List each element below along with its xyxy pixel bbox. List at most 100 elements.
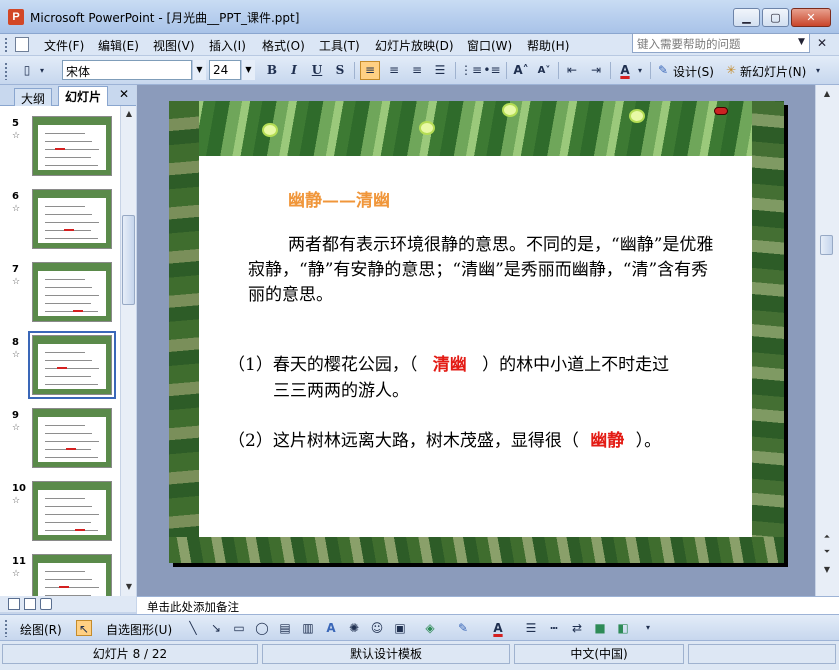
close-button[interactable]: ✕ [791, 8, 831, 27]
3d-style-icon[interactable]: ◧ [615, 620, 631, 636]
select-pointer-icon[interactable]: ↖ [76, 620, 92, 636]
thumbnails-scrollbar[interactable]: ▲ ▼ [120, 106, 136, 596]
align-right-icon[interactable]: ≡ [408, 61, 426, 80]
close-pane-icon[interactable]: ✕ [119, 87, 129, 101]
toolbar-options-icon[interactable]: ▾ [37, 61, 47, 80]
new-slide-button[interactable]: 新幻灯片(N) [740, 63, 806, 80]
scroll-thumb[interactable] [122, 215, 135, 305]
maximize-button[interactable]: ▢ [762, 8, 789, 27]
chevron-down-icon[interactable]: ▾ [635, 61, 645, 80]
new-document-icon[interactable]: ▯ [18, 61, 36, 80]
slide-scrollbar[interactable]: ▲ ⏶ ⏷ ▼ [815, 85, 839, 596]
scroll-down-icon[interactable]: ▼ [122, 580, 136, 594]
menu-grip[interactable] [4, 37, 8, 53]
document-icon[interactable] [15, 37, 29, 52]
picture-icon[interactable]: ▣ [392, 620, 408, 636]
increase-font-icon[interactable]: A˄ [511, 61, 531, 80]
chevron-down-icon[interactable]: ▼ [798, 37, 805, 47]
font-color-icon[interactable]: A [616, 61, 634, 80]
slide-thumbnail[interactable] [32, 262, 112, 322]
bulleted-list-icon[interactable]: •≡ [483, 61, 501, 80]
menu-file[interactable]: 文件(F) [44, 37, 84, 54]
slide-thumbnail[interactable] [32, 116, 112, 176]
close-document-icon[interactable]: ✕ [817, 36, 827, 50]
design-template-status[interactable]: 默认设计模板 [262, 644, 510, 664]
menu-tools[interactable]: 工具(T) [319, 37, 360, 54]
scroll-up-icon[interactable]: ▲ [820, 87, 834, 101]
previous-slide-icon[interactable]: ⏶ [820, 530, 834, 544]
scroll-thumb[interactable] [820, 235, 833, 255]
clipart-icon[interactable]: ☺ [369, 620, 385, 636]
scroll-down-icon[interactable]: ▼ [820, 563, 834, 577]
autoshapes-button[interactable]: 自选图形(U) [106, 621, 172, 638]
slide-thumbnail[interactable] [32, 554, 112, 596]
toolbar-options-icon[interactable]: ▾ [812, 61, 824, 80]
chevron-down-icon[interactable]: ▼ [241, 60, 255, 80]
menu-format[interactable]: 格式(O) [262, 37, 305, 54]
slide-paragraph[interactable]: 两者都有表示环境很静的意思。不同的是，“幽静”是优雅寂静，“静”有安静的意思；“… [248, 233, 722, 308]
new-slide-icon[interactable]: ✳ [723, 61, 739, 80]
decrease-font-icon[interactable]: A˅ [535, 61, 553, 80]
draw-menu-button[interactable]: 绘图(R) [20, 621, 62, 638]
next-slide-icon[interactable]: ⏷ [820, 545, 834, 559]
slide-sorter-icon[interactable] [24, 598, 36, 610]
rectangle-icon[interactable]: ▭ [231, 620, 247, 636]
underline-button[interactable]: U [309, 61, 325, 80]
font-color-icon[interactable]: A [490, 620, 506, 636]
menu-slideshow[interactable]: 幻灯片放映(D) [375, 37, 454, 54]
minimize-button[interactable]: ▁ [733, 8, 760, 27]
menu-insert[interactable]: 插入(I) [209, 37, 246, 54]
numbered-list-icon[interactable]: ⋮≡ [460, 61, 482, 80]
arrow-icon[interactable]: ↘ [208, 620, 224, 636]
line-color-icon[interactable]: ✎ [455, 620, 471, 636]
increase-indent-icon[interactable]: ⇥ [587, 61, 605, 80]
design-button[interactable]: 设计(S) [673, 63, 714, 80]
dash-style-icon[interactable]: ┅ [546, 620, 562, 636]
design-icon[interactable]: ✎ [655, 61, 671, 80]
italic-button[interactable]: I [286, 61, 302, 80]
help-search-input[interactable]: 键入需要帮助的问题 [632, 33, 810, 53]
toolbar-separator [610, 62, 611, 79]
decrease-indent-icon[interactable]: ⇤ [563, 61, 581, 80]
current-slide[interactable]: 幽静——清幽 两者都有表示环境很静的意思。不同的是，“幽静”是优雅寂静，“静”有… [169, 101, 784, 563]
normal-view-icon[interactable] [8, 598, 20, 610]
chevron-down-icon[interactable]: ▼ [192, 60, 206, 80]
justify-icon[interactable]: ☰ [431, 61, 449, 80]
slide-thumbnail[interactable] [32, 481, 112, 541]
slide-thumbnail[interactable] [28, 331, 116, 399]
toolbar-grip[interactable] [4, 62, 8, 80]
thumbnail-frame [33, 482, 111, 540]
menu-help[interactable]: 帮助(H) [527, 37, 569, 54]
shadow-button[interactable]: S [332, 61, 348, 80]
align-left-icon[interactable]: ≡ [360, 61, 380, 80]
scroll-up-icon[interactable]: ▲ [122, 107, 136, 121]
question-2[interactable]: （2）这片树林远离大路，树木茂盛，显得很（ 幽静 ）。 [228, 426, 661, 451]
toolbar-grip[interactable] [4, 619, 8, 637]
oval-icon[interactable]: ◯ [254, 620, 270, 636]
diagram-icon[interactable]: ✺ [346, 620, 362, 636]
bold-button[interactable]: B [264, 61, 280, 80]
slide-thumbnail[interactable] [32, 408, 112, 468]
menu-window[interactable]: 窗口(W) [467, 37, 512, 54]
font-size-select[interactable]: 24 [209, 60, 241, 80]
arrow-style-icon[interactable]: ⇄ [569, 620, 585, 636]
slide-thumbnail[interactable] [32, 189, 112, 249]
align-center-icon[interactable]: ≡ [385, 61, 403, 80]
line-style-icon[interactable]: ☰ [523, 620, 539, 636]
question-1[interactable]: （1）春天的樱花公园，（ 清幽 ）的林中小道上不时走过 三三两两的游人。 [228, 352, 758, 404]
toolbar-options-icon[interactable]: ▾ [640, 620, 656, 636]
line-icon[interactable]: ╲ [185, 620, 201, 636]
tab-outline[interactable]: 大纲 [14, 88, 53, 106]
wordart-icon[interactable]: A [323, 620, 339, 636]
tab-slides[interactable]: 幻灯片 [58, 86, 109, 107]
menu-view[interactable]: 视图(V) [153, 37, 195, 54]
vertical-textbox-icon[interactable]: ▥ [300, 620, 316, 636]
menu-edit[interactable]: 编辑(E) [98, 37, 139, 54]
textbox-icon[interactable]: ▤ [277, 620, 293, 636]
notes-pane[interactable]: 单击此处添加备注 [137, 596, 839, 614]
slide-title[interactable]: 幽静——清幽 [288, 186, 390, 211]
fill-color-icon[interactable]: ◈ [422, 620, 438, 636]
slideshow-icon[interactable] [40, 598, 52, 610]
font-name-select[interactable]: 宋体 [62, 60, 192, 80]
shadow-style-icon[interactable]: ■ [592, 620, 608, 636]
